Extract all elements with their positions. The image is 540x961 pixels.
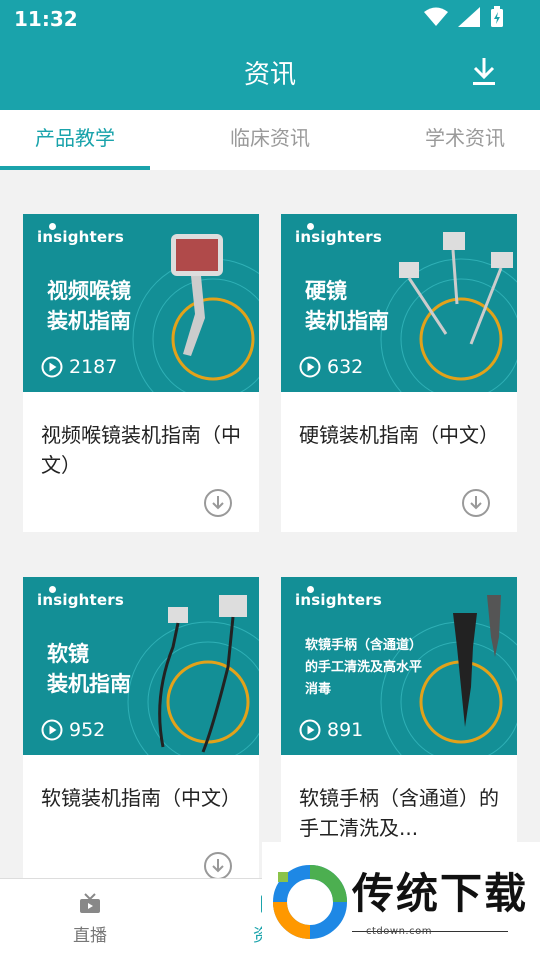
- watermark: 传统下载 ctdown.com: [262, 842, 540, 960]
- play-icon: [41, 719, 63, 741]
- view-count-value: 2187: [69, 356, 118, 378]
- watermark-text: 传统下载: [352, 869, 529, 918]
- app-header: 11:32 资讯: [0, 0, 540, 110]
- thumbnail-title: 视频喉镜 装机指南: [47, 279, 131, 333]
- card-title: 软镜装机指南（中文）: [41, 786, 241, 810]
- tab-indicator: [0, 166, 150, 170]
- nav-item-live[interactable]: 直播: [0, 879, 180, 946]
- watermark-logo-icon: [273, 865, 347, 939]
- tab-clinical-news[interactable]: 临床资讯: [195, 110, 345, 170]
- card-thumbnail: insighters 硬镜 装机指南 632: [281, 214, 517, 392]
- download-circle-icon[interactable]: [203, 851, 233, 881]
- signal-icon: [458, 7, 480, 27]
- card-title: 视频喉镜装机指南（中文）: [41, 423, 241, 477]
- brand-logo: insighters: [37, 591, 124, 609]
- view-count: 2187: [41, 356, 117, 378]
- thumbnail-title: 硬镜 装机指南: [305, 279, 389, 333]
- download-circle-icon[interactable]: [203, 488, 233, 518]
- wifi-icon: [424, 7, 448, 26]
- watermark-sub: ctdown.com: [366, 926, 432, 937]
- brand-logo: insighters: [37, 228, 124, 246]
- page-title: 资讯: [243, 60, 296, 90]
- watermark-divider-right: [430, 931, 508, 932]
- card[interactable]: insighters 硬镜 装机指南 632 硬镜装机指南（中文）: [281, 214, 517, 532]
- view-count-value: 952: [69, 719, 106, 741]
- tv-icon: [80, 893, 100, 913]
- card-title: 软镜手柄（含通道）的手工清洗及...: [299, 786, 499, 840]
- thumbnail-title: 软镜手柄（含通道） 的手工清洗及高水平 消毒: [305, 638, 423, 697]
- play-icon: [41, 356, 63, 378]
- card[interactable]: insighters 软镜 装机指南 952 软镜装机指南（中文）: [23, 577, 259, 895]
- card-title: 硬镜装机指南（中文）: [299, 423, 499, 447]
- play-icon: [299, 719, 321, 741]
- download-icon[interactable]: [470, 56, 498, 86]
- brand-logo: insighters: [295, 228, 382, 246]
- card-thumbnail: insighters 软镜 装机指南 952: [23, 577, 259, 755]
- tab-academic-news[interactable]: 学术资讯: [390, 110, 540, 170]
- download-circle-icon[interactable]: [461, 488, 491, 518]
- view-count: 632: [299, 356, 363, 378]
- view-count: 891: [299, 719, 363, 741]
- tab-product-teaching[interactable]: 产品教学: [0, 110, 150, 170]
- status-icons: [424, 6, 504, 28]
- thumbnail-title: 软镜 装机指南: [47, 642, 131, 696]
- card-thumbnail: insighters 软镜手柄（含通道） 的手工清洗及高水平 消毒 891: [281, 577, 517, 755]
- view-count: 952: [41, 719, 105, 741]
- tab-bar: 产品教学 临床资讯 学术资讯: [0, 110, 540, 170]
- status-time: 11:32: [14, 7, 78, 31]
- card[interactable]: insighters 视频喉镜 装机指南 2187 视频喉镜装机指南（中文）: [23, 214, 259, 532]
- card-thumbnail: insighters 视频喉镜 装机指南 2187: [23, 214, 259, 392]
- play-icon: [299, 356, 321, 378]
- nav-label-live: 直播: [73, 926, 107, 946]
- battery-icon: [491, 6, 503, 27]
- view-count-value: 632: [327, 356, 364, 378]
- view-count-value: 891: [327, 719, 364, 741]
- brand-logo: insighters: [295, 591, 382, 609]
